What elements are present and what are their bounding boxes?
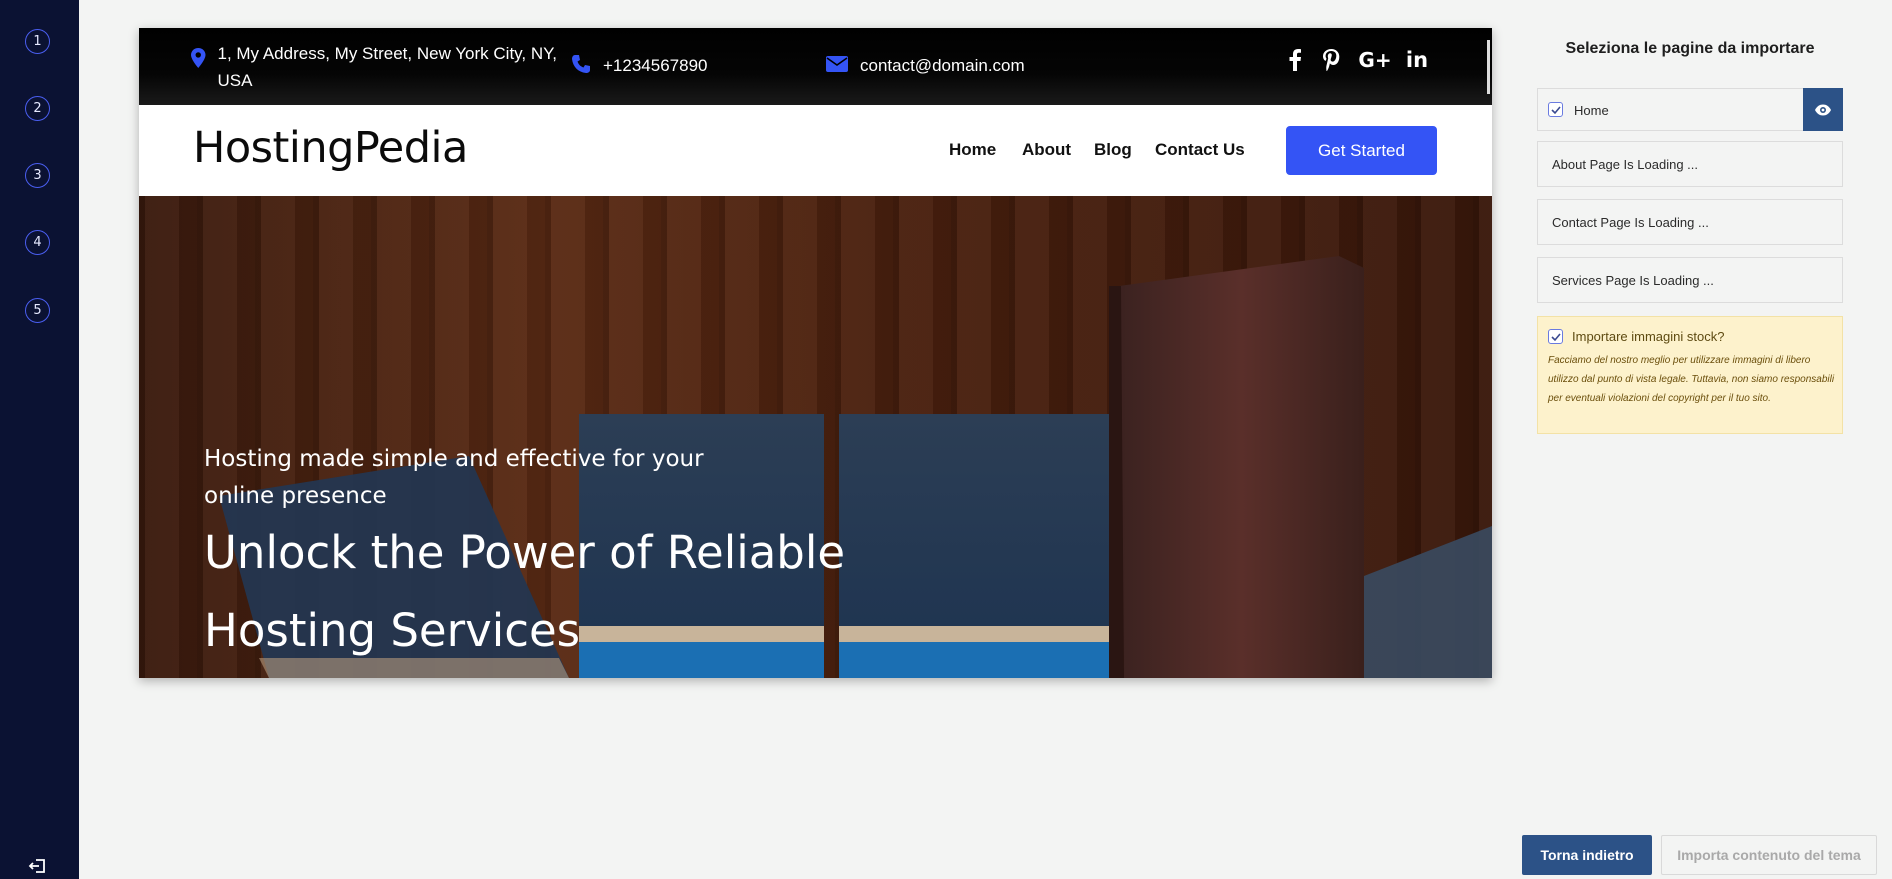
eye-icon [1815, 104, 1831, 115]
address-info: 1, My Address, My Street, New York City,… [191, 40, 561, 94]
nav-blog[interactable]: Blog [1094, 140, 1132, 160]
google-plus-icon[interactable]: G+ [1357, 46, 1393, 74]
nav-home[interactable]: Home [949, 140, 996, 160]
envelope-icon [826, 56, 848, 72]
hero-subtitle: Hosting made simple and effective for yo… [204, 446, 704, 509]
preview-eye-button[interactable] [1803, 88, 1843, 131]
stock-images-disclaimer: Facciamo del nostro meglio per utilizzar… [1548, 355, 1835, 404]
page-option-services: Services Page Is Loading ... [1537, 257, 1843, 303]
nav-about[interactable]: About [1022, 140, 1071, 160]
preview-scroll-indicator[interactable] [1487, 40, 1490, 94]
exit-icon[interactable] [28, 858, 48, 874]
page-option-about: About Page Is Loading ... [1537, 141, 1843, 187]
step-1[interactable]: 1 [25, 29, 50, 54]
page-option-contact: Contact Page Is Loading ... [1537, 199, 1843, 245]
home-checkbox[interactable] [1548, 102, 1563, 117]
pinterest-icon[interactable] [1317, 46, 1345, 74]
get-started-button[interactable]: Get Started [1286, 126, 1437, 175]
phone-text: +1234567890 [603, 56, 708, 75]
phone-info: +1234567890 [571, 52, 707, 79]
hero-title: Unlock the Power of Reliable Hosting Ser… [204, 526, 846, 657]
step-4[interactable]: 4 [25, 230, 50, 255]
linkedin-icon[interactable]: in [1403, 46, 1431, 74]
theme-preview: 1, My Address, My Street, New York City,… [139, 28, 1492, 678]
checkmark-icon [1550, 105, 1561, 114]
checkmark-icon [1550, 332, 1561, 341]
site-logo[interactable]: HostingPedia [193, 123, 468, 173]
map-pin-icon [191, 48, 206, 68]
back-button[interactable]: Torna indietro [1522, 835, 1652, 875]
panel-title: Seleziona le pagine da importare [1565, 40, 1815, 57]
page-option-home[interactable]: Home [1537, 88, 1843, 131]
nav-contact-us[interactable]: Contact Us [1155, 140, 1245, 160]
step-2[interactable]: 2 [25, 96, 50, 121]
step-rail: 1 2 3 4 5 [0, 0, 79, 879]
stock-images-checkbox[interactable] [1548, 329, 1563, 344]
preview-topbar: 1, My Address, My Street, New York City,… [139, 28, 1492, 105]
address-text: 1, My Address, My Street, New York City,… [217, 44, 558, 90]
hero-section: Hosting made simple and effective for yo… [139, 196, 1492, 678]
import-theme-content-button[interactable]: Importa contenuto del tema [1661, 835, 1877, 875]
stock-images-notice: Importare immagini stock? Facciamo del n… [1537, 316, 1843, 434]
facebook-icon[interactable] [1281, 46, 1309, 74]
step-5[interactable]: 5 [25, 298, 50, 323]
preview-header: HostingPedia Home About Blog Contact Us … [139, 105, 1492, 196]
phone-icon [572, 55, 590, 73]
email-info: contact@domain.com [826, 52, 1025, 79]
stock-images-label: Importare immagini stock? [1572, 329, 1725, 344]
step-3[interactable]: 3 [25, 163, 50, 188]
home-label: Home [1574, 103, 1609, 118]
email-text[interactable]: contact@domain.com [860, 52, 1025, 79]
